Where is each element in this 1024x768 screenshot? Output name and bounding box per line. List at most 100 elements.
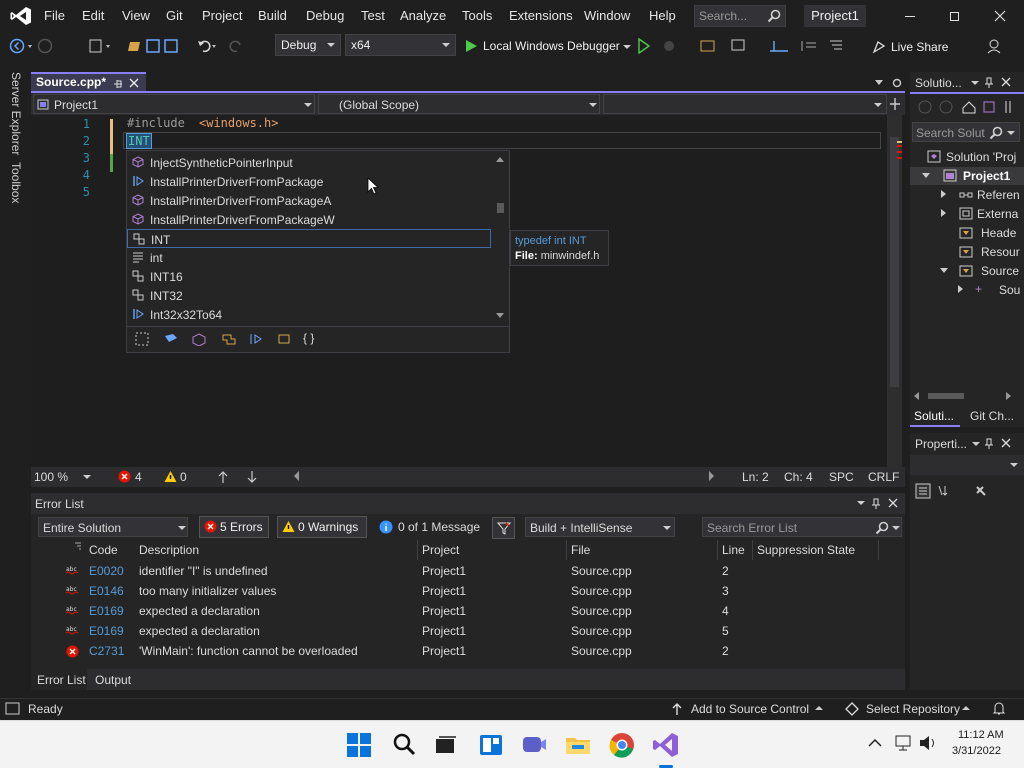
feedback-icon[interactable]: [986, 38, 1004, 54]
warning-count[interactable]: 0: [180, 470, 187, 484]
error-count[interactable]: 4: [135, 470, 142, 484]
error-code[interactable]: E0169: [89, 624, 124, 638]
scroll-left-arrow-icon[interactable]: [914, 392, 919, 400]
chevron-up-icon[interactable]: [962, 706, 970, 710]
toolbox-tab[interactable]: Toolbox: [9, 162, 23, 203]
menu-project[interactable]: Project: [202, 8, 242, 23]
menu-extensions[interactable]: Extensions: [509, 8, 573, 23]
maximize-button[interactable]: [945, 10, 965, 24]
menu-git[interactable]: Git: [166, 8, 183, 23]
search-error-list-input[interactable]: Search Error List: [702, 517, 902, 537]
select-repository-button[interactable]: Select Repository: [866, 702, 960, 716]
search-icon[interactable]: [390, 731, 418, 759]
zoom-level[interactable]: 100 %: [34, 470, 68, 484]
pin-icon[interactable]: [984, 438, 994, 450]
taskbar-time[interactable]: 11:12 AM: [958, 729, 1004, 741]
menu-window[interactable]: Window: [584, 8, 630, 23]
windows-start-icon[interactable]: [345, 731, 373, 759]
visual-studio-taskbar-icon[interactable]: [652, 731, 680, 759]
intellisense-item[interactable]: InjectSyntheticPointerInput: [127, 153, 491, 172]
column-project[interactable]: Project: [422, 543, 459, 557]
notifications-bell-icon[interactable]: [992, 701, 1006, 717]
file-operations-icons[interactable]: [88, 37, 184, 55]
menu-analyze[interactable]: Analyze: [400, 8, 446, 23]
error-row[interactable]: abc E0146 too many initializer values Proje…: [31, 581, 905, 601]
panel-options-chevron-icon[interactable]: [857, 501, 865, 505]
scroll-right-arrow-icon[interactable]: [1006, 392, 1011, 400]
add-to-source-control-button[interactable]: Add to Source Control: [691, 702, 809, 716]
tab-overflow-chevron-icon[interactable]: [873, 79, 885, 87]
menu-build[interactable]: Build: [258, 8, 287, 23]
column-file[interactable]: File: [571, 543, 590, 557]
close-panel-icon[interactable]: [888, 498, 898, 508]
scrollbar-thumb[interactable]: [497, 203, 504, 213]
tree-source-files[interactable]: Source: [910, 262, 1024, 280]
tab-output[interactable]: Output: [89, 669, 139, 690]
errors-filter-button[interactable]: 5 Errors: [199, 516, 269, 538]
error-code[interactable]: C2731: [89, 644, 124, 658]
teams-chat-icon[interactable]: [520, 731, 548, 759]
error-row[interactable]: C2731 'WinMain': function cannot be overl…: [31, 641, 905, 661]
column-description[interactable]: Description: [139, 543, 199, 557]
close-tab-icon[interactable]: [129, 78, 139, 88]
intellisense-item[interactable]: INT: [127, 229, 491, 248]
solution-search-input[interactable]: Search Solut: [912, 122, 1020, 142]
tree-headers[interactable]: Heade: [910, 224, 1024, 242]
tree-external[interactable]: Externa: [910, 205, 1024, 223]
chevron-down-icon[interactable]: [972, 442, 980, 446]
scroll-up-arrow-icon[interactable]: [496, 157, 504, 162]
close-window-button[interactable]: [990, 8, 1010, 24]
document-tab[interactable]: Source.cpp*: [31, 72, 146, 93]
minimize-button[interactable]: [900, 10, 920, 22]
scope-nav-dropdown[interactable]: (Global Scope): [318, 94, 600, 114]
error-row[interactable]: abc E0169 expected a declaration Project1 So…: [31, 621, 905, 641]
warnings-filter-button[interactable]: 0 Warnings: [277, 516, 367, 538]
toolbar-misc-icons[interactable]: [698, 37, 848, 55]
menu-debug[interactable]: Debug: [306, 8, 344, 23]
pin-icon[interactable]: [984, 77, 994, 89]
line-indicator[interactable]: Ln: 2: [742, 470, 769, 484]
scroll-left-arrow-icon[interactable]: [294, 471, 299, 481]
chevron-down-icon[interactable]: [971, 81, 979, 85]
tab-solution-explorer[interactable]: Soluti...: [910, 406, 960, 427]
braces-filter[interactable]: { }: [303, 331, 314, 345]
chevron-up-icon[interactable]: [815, 706, 823, 710]
line-ending-indicator[interactable]: CRLF: [868, 470, 899, 484]
scroll-right-arrow-icon[interactable]: [709, 471, 714, 481]
error-code[interactable]: E0169: [89, 604, 124, 618]
build-filter-dropdown[interactable]: Build + IntelliSense: [525, 517, 675, 537]
scope-filter-dropdown[interactable]: Entire Solution: [38, 517, 188, 537]
intellisense-item[interactable]: InstallPrinterDriverFromPackageW: [127, 210, 491, 229]
split-editor-icon[interactable]: [889, 97, 901, 111]
pin-icon[interactable]: [113, 78, 123, 90]
chrome-browser-icon[interactable]: [608, 731, 636, 759]
column-code[interactable]: Code: [89, 543, 118, 557]
editor-scrollbar[interactable]: [887, 115, 902, 467]
task-view-icon[interactable]: [432, 731, 460, 759]
messages-filter-button[interactable]: 0 of 1 Message: [379, 518, 480, 538]
intellisense-item[interactable]: Int32x32To64: [127, 305, 491, 324]
pin-icon[interactable]: [871, 498, 881, 510]
live-share-button[interactable]: Live Share: [891, 40, 948, 54]
start-without-debugging-icon[interactable]: [636, 37, 688, 55]
server-explorer-tab[interactable]: Server Explorer: [9, 72, 23, 155]
taskbar-date[interactable]: 3/31/2022: [952, 745, 1001, 757]
close-panel-icon[interactable]: [1001, 77, 1011, 87]
error-row[interactable]: abc E0020 identifier "I" is undefined Proje…: [31, 561, 905, 581]
column-indicator[interactable]: Ch: 4: [784, 470, 813, 484]
tab-error-list[interactable]: Error List: [31, 669, 87, 690]
intellisense-scrollbar[interactable]: [492, 151, 509, 323]
column-line[interactable]: Line: [722, 543, 745, 557]
menu-edit[interactable]: Edit: [82, 8, 104, 23]
platform-dropdown[interactable]: x64: [345, 34, 456, 56]
intellisense-item[interactable]: INT16: [127, 267, 491, 286]
file-explorer-icon[interactable]: [564, 731, 592, 759]
properties-object-dropdown[interactable]: [910, 455, 1024, 475]
close-panel-icon[interactable]: [1001, 438, 1011, 448]
member-nav-dropdown[interactable]: [603, 94, 887, 114]
menu-tools[interactable]: Tools: [462, 8, 492, 23]
volume-icon[interactable]: [918, 734, 938, 752]
sort-icon[interactable]: [74, 542, 82, 550]
error-row[interactable]: abc E0169 expected a declaration Project1 So…: [31, 601, 905, 621]
navigate-back-forward-icon[interactable]: [8, 37, 66, 55]
